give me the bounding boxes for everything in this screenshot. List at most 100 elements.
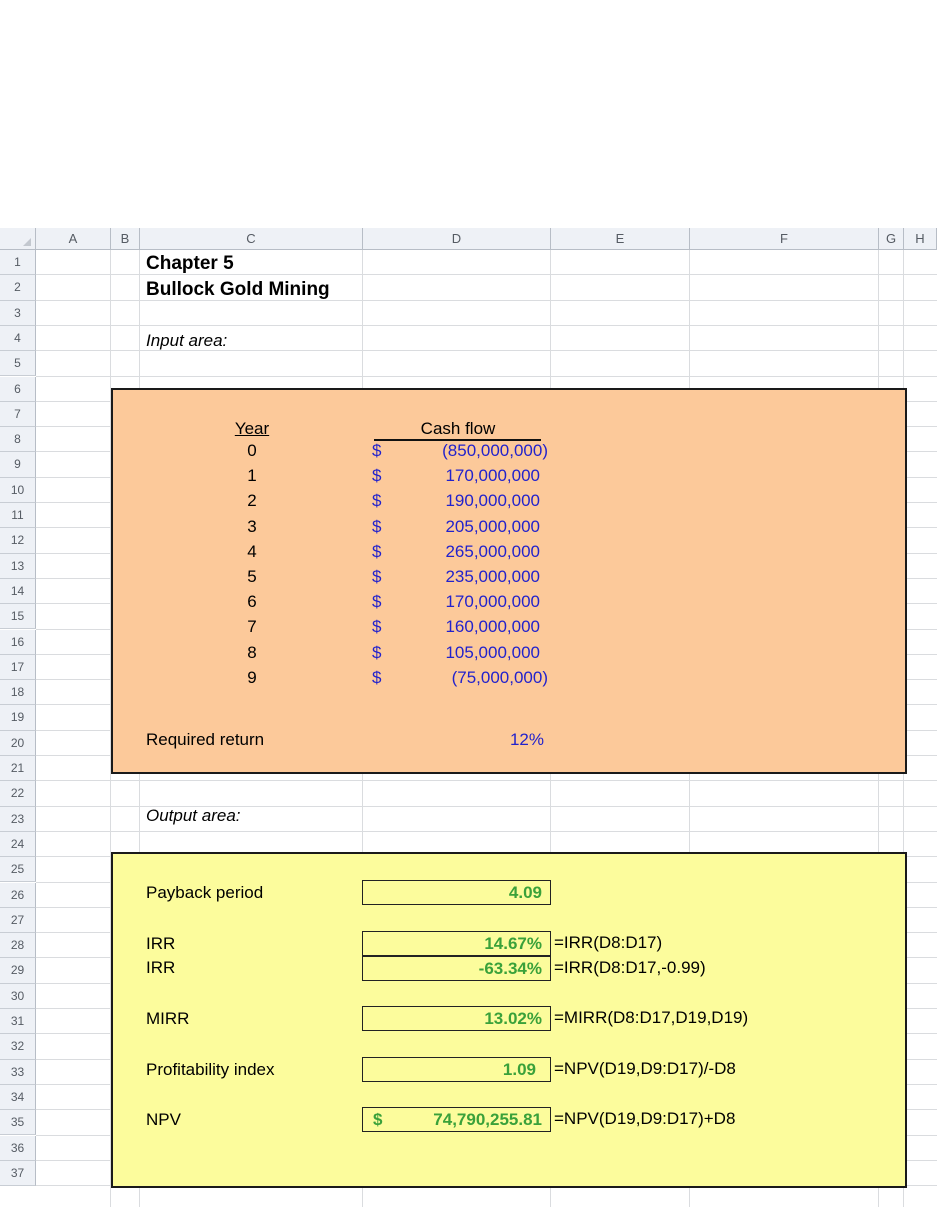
select-all-triangle-icon	[23, 238, 31, 246]
npv-value: 74,790,255.81	[433, 1110, 542, 1129]
column-header-b[interactable]: B	[111, 228, 140, 250]
irr1-label[interactable]: IRR	[146, 932, 175, 956]
cashflow-cell[interactable]: 170,000,000	[380, 590, 540, 614]
cashflow-cell[interactable]: 265,000,000	[380, 540, 540, 564]
cashflow-cell[interactable]: 190,000,000	[380, 489, 540, 513]
year-cell[interactable]: 4	[212, 540, 292, 564]
column-header-e[interactable]: E	[551, 228, 690, 250]
mirr-label[interactable]: MIRR	[146, 1007, 189, 1031]
row-header-19[interactable]: 19	[0, 705, 36, 731]
row-header-25[interactable]: 25	[0, 857, 36, 883]
cashflow-cell[interactable]: 170,000,000	[380, 464, 540, 488]
row-gridline	[36, 324, 937, 326]
cashflow-cell[interactable]: 205,000,000	[380, 515, 540, 539]
column-header-c[interactable]: C	[140, 228, 363, 250]
row-header-29[interactable]: 29	[0, 958, 36, 984]
row-header-8[interactable]: 8	[0, 427, 36, 453]
row-header-6[interactable]: 6	[0, 376, 36, 402]
row-header-20[interactable]: 20	[0, 730, 36, 756]
pi-formula[interactable]: =NPV(D19,D9:D17)/-D8	[554, 1057, 736, 1081]
row-header-21[interactable]: 21	[0, 756, 36, 782]
required-return-label[interactable]: Required return	[146, 728, 264, 752]
row-header-16[interactable]: 16	[0, 629, 36, 655]
row-header-26[interactable]: 26	[0, 882, 36, 908]
irr1-formula[interactable]: =IRR(D8:D17)	[554, 931, 662, 955]
npv-formula[interactable]: =NPV(D19,D9:D17)+D8	[554, 1107, 735, 1131]
row-header-18[interactable]: 18	[0, 680, 36, 706]
row-header-4[interactable]: 4	[0, 325, 36, 352]
column-header-d[interactable]: D	[363, 228, 551, 250]
year-cell[interactable]: 9	[212, 666, 292, 690]
irr2-value: -63.34%	[478, 959, 542, 978]
pi-value-cell[interactable]: 1.09	[362, 1057, 551, 1082]
year-cell[interactable]: 3	[212, 515, 292, 539]
row-header-36[interactable]: 36	[0, 1135, 36, 1161]
row-header-15[interactable]: 15	[0, 604, 36, 630]
pi-label[interactable]: Profitability index	[146, 1058, 275, 1082]
irr2-value-cell[interactable]: -63.34%	[362, 956, 551, 981]
select-all-corner[interactable]	[0, 228, 36, 250]
output-area-label[interactable]: Output area:	[146, 804, 241, 828]
year-cell[interactable]: 6	[212, 590, 292, 614]
row-header-33[interactable]: 33	[0, 1059, 36, 1085]
row-header-34[interactable]: 34	[0, 1084, 36, 1111]
year-cell[interactable]: 1	[212, 464, 292, 488]
cashflow-cell[interactable]: (850,000,000)	[380, 439, 548, 463]
payback-value: 4.09	[508, 883, 542, 902]
year-header[interactable]: Year	[212, 417, 292, 441]
year-cell[interactable]: 8	[212, 641, 292, 665]
npv-value-cell[interactable]: $ 74,790,255.81	[362, 1107, 551, 1132]
payback-label[interactable]: Payback period	[146, 881, 263, 905]
irr1-value-cell[interactable]: 14.67%	[362, 931, 551, 956]
row-header-37[interactable]: 37	[0, 1160, 36, 1187]
row-header-31[interactable]: 31	[0, 1009, 36, 1035]
year-cell[interactable]: 0	[212, 439, 292, 463]
row-header-13[interactable]: 13	[0, 553, 36, 579]
row-header-7[interactable]: 7	[0, 401, 36, 428]
cashflow-cell[interactable]: 235,000,000	[380, 565, 540, 589]
row-header-30[interactable]: 30	[0, 983, 36, 1009]
npv-label[interactable]: NPV	[146, 1108, 181, 1132]
row-header-1[interactable]: 1	[0, 250, 36, 276]
payback-value-cell[interactable]: 4.09	[362, 880, 551, 905]
row-header-10[interactable]: 10	[0, 477, 36, 503]
cashflow-cell[interactable]: 160,000,000	[380, 615, 540, 639]
year-cell[interactable]: 5	[212, 565, 292, 589]
cashflow-cell[interactable]: 105,000,000	[380, 641, 540, 665]
irr2-formula[interactable]: =IRR(D8:D17,-0.99)	[554, 956, 706, 980]
year-cell[interactable]: 7	[212, 615, 292, 639]
row-header-11[interactable]: 11	[0, 503, 36, 529]
row-header-2[interactable]: 2	[0, 275, 36, 301]
irr1-value: 14.67%	[484, 934, 542, 953]
cashflow-header[interactable]: Cash flow	[376, 417, 540, 441]
row-header-35[interactable]: 35	[0, 1110, 36, 1136]
row-gridline	[36, 830, 937, 832]
input-area-label[interactable]: Input area:	[146, 329, 227, 353]
column-header-h[interactable]: H	[904, 228, 937, 250]
row-header-5[interactable]: 5	[0, 351, 36, 377]
row-header-23[interactable]: 23	[0, 806, 36, 832]
row-header-24[interactable]: 24	[0, 831, 36, 858]
row-header-27[interactable]: 27	[0, 907, 36, 934]
column-header-a[interactable]: A	[36, 228, 111, 250]
year-cell[interactable]: 2	[212, 489, 292, 513]
row-header-14[interactable]: 14	[0, 578, 36, 605]
row-header-32[interactable]: 32	[0, 1034, 36, 1060]
irr2-label[interactable]: IRR	[146, 956, 175, 980]
mirr-formula[interactable]: =MIRR(D8:D17,D19,D19)	[554, 1006, 748, 1030]
company-title[interactable]: Bullock Gold Mining	[146, 278, 330, 302]
column-header-g[interactable]: G	[879, 228, 904, 250]
row-header-17[interactable]: 17	[0, 654, 36, 681]
row-header-12[interactable]: 12	[0, 528, 36, 554]
column-header-f[interactable]: F	[690, 228, 879, 250]
row-header-3[interactable]: 3	[0, 300, 36, 326]
row-header-22[interactable]: 22	[0, 781, 36, 807]
row-gridline	[36, 375, 937, 377]
row-header-28[interactable]: 28	[0, 933, 36, 959]
cashflow-cell[interactable]: (75,000,000)	[380, 666, 548, 690]
chapter-title[interactable]: Chapter 5	[146, 252, 234, 276]
required-return-value[interactable]: 12%	[380, 728, 544, 752]
row-header-9[interactable]: 9	[0, 452, 36, 478]
spreadsheet-grid[interactable]: ABCDEFGH 1 2 3 4 5 6 7 8 9 10 11 12 13 14 15 16 17 18 19 20…	[0, 228, 937, 1207]
mirr-value-cell[interactable]: 13.02%	[362, 1006, 551, 1031]
